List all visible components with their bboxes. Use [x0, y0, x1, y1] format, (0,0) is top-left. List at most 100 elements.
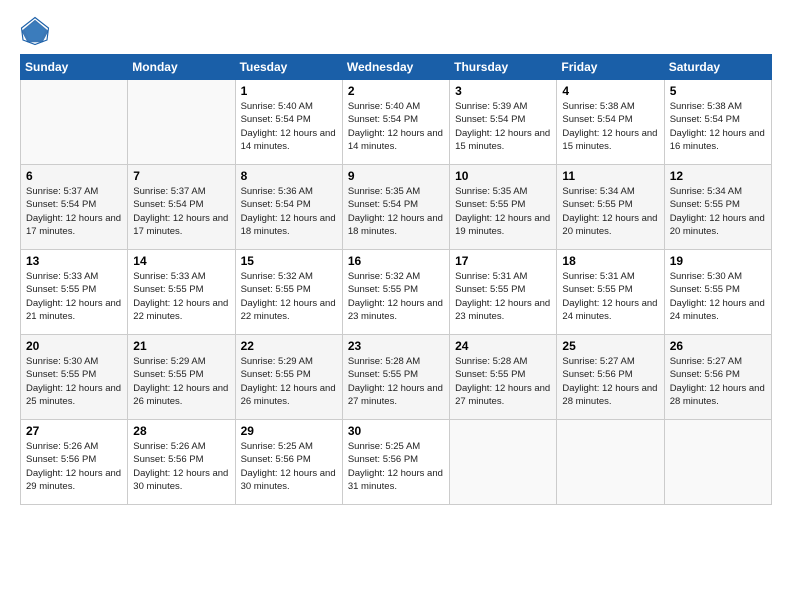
day-info: Sunrise: 5:28 AM Sunset: 5:55 PM Dayligh… — [348, 355, 444, 408]
day-number: 9 — [348, 169, 444, 183]
day-number: 19 — [670, 254, 766, 268]
calendar-table: SundayMondayTuesdayWednesdayThursdayFrid… — [20, 54, 772, 505]
day-number: 1 — [241, 84, 337, 98]
calendar-header-wednesday: Wednesday — [342, 55, 449, 80]
calendar-cell: 14 Sunrise: 5:33 AM Sunset: 5:55 PM Dayli… — [128, 250, 235, 335]
calendar-week-row: 6 Sunrise: 5:37 AM Sunset: 5:54 PM Daylig… — [21, 165, 772, 250]
day-info: Sunrise: 5:38 AM Sunset: 5:54 PM Dayligh… — [562, 100, 658, 153]
day-info: Sunrise: 5:31 AM Sunset: 5:55 PM Dayligh… — [562, 270, 658, 323]
calendar-cell: 26Sunrise: 5:27 AM Sunset: 5:56 PM Dayli… — [664, 335, 771, 420]
day-number: 5 — [670, 84, 766, 98]
logo-icon — [20, 16, 50, 46]
calendar-cell — [450, 420, 557, 505]
calendar-cell: 12 Sunrise: 5:34 AM Sunset: 5:55 PM Dayli… — [664, 165, 771, 250]
day-info: Sunrise: 5:35 AM Sunset: 5:55 PM Dayligh… — [455, 185, 551, 238]
day-number: 18 — [562, 254, 658, 268]
day-number: 29 — [241, 424, 337, 438]
calendar-header-thursday: Thursday — [450, 55, 557, 80]
day-number: 4 — [562, 84, 658, 98]
calendar-cell: 25Sunrise: 5:27 AM Sunset: 5:56 PM Dayli… — [557, 335, 664, 420]
calendar-cell: 4 Sunrise: 5:38 AM Sunset: 5:54 PM Daylig… — [557, 80, 664, 165]
day-number: 28 — [133, 424, 229, 438]
day-info: Sunrise: 5:33 AM Sunset: 5:55 PM Dayligh… — [133, 270, 229, 323]
day-number: 8 — [241, 169, 337, 183]
calendar-cell: 9 Sunrise: 5:35 AM Sunset: 5:54 PM Daylig… — [342, 165, 449, 250]
calendar-cell — [128, 80, 235, 165]
calendar-cell — [21, 80, 128, 165]
day-number: 14 — [133, 254, 229, 268]
day-info: Sunrise: 5:25 AM Sunset: 5:56 PM Dayligh… — [348, 440, 444, 493]
day-info: Sunrise: 5:37 AM Sunset: 5:54 PM Dayligh… — [133, 185, 229, 238]
calendar-cell — [664, 420, 771, 505]
calendar-cell: 18 Sunrise: 5:31 AM Sunset: 5:55 PM Dayli… — [557, 250, 664, 335]
calendar-header-tuesday: Tuesday — [235, 55, 342, 80]
day-number: 10 — [455, 169, 551, 183]
calendar-cell: 3Sunrise: 5:39 AM Sunset: 5:54 PM Daylig… — [450, 80, 557, 165]
calendar-header-monday: Monday — [128, 55, 235, 80]
day-number: 12 — [670, 169, 766, 183]
calendar-week-row: 20 Sunrise: 5:30 AM Sunset: 5:55 PM Dayli… — [21, 335, 772, 420]
calendar-week-row: 1 Sunrise: 5:40 AM Sunset: 5:54 PM Daylig… — [21, 80, 772, 165]
day-info: Sunrise: 5:40 AM Sunset: 5:54 PM Dayligh… — [241, 100, 337, 153]
day-info: Sunrise: 5:34 AM Sunset: 5:55 PM Dayligh… — [562, 185, 658, 238]
day-info: Sunrise: 5:27 AM Sunset: 5:56 PM Dayligh… — [562, 355, 658, 408]
calendar-header-saturday: Saturday — [664, 55, 771, 80]
calendar-cell: 16 Sunrise: 5:32 AM Sunset: 5:55 PM Dayli… — [342, 250, 449, 335]
calendar-cell: 19 Sunrise: 5:30 AM Sunset: 5:55 PM Dayli… — [664, 250, 771, 335]
day-number: 7 — [133, 169, 229, 183]
calendar-cell: 17Sunrise: 5:31 AM Sunset: 5:55 PM Dayli… — [450, 250, 557, 335]
calendar-cell: 27Sunrise: 5:26 AM Sunset: 5:56 PM Dayli… — [21, 420, 128, 505]
calendar-cell: 24Sunrise: 5:28 AM Sunset: 5:55 PM Dayli… — [450, 335, 557, 420]
calendar-cell — [557, 420, 664, 505]
calendar-cell: 7 Sunrise: 5:37 AM Sunset: 5:54 PM Daylig… — [128, 165, 235, 250]
calendar-cell: 11 Sunrise: 5:34 AM Sunset: 5:55 PM Dayli… — [557, 165, 664, 250]
day-info: Sunrise: 5:26 AM Sunset: 5:56 PM Dayligh… — [26, 440, 122, 493]
calendar-cell: 6 Sunrise: 5:37 AM Sunset: 5:54 PM Daylig… — [21, 165, 128, 250]
calendar-cell: 13 Sunrise: 5:33 AM Sunset: 5:55 PM Dayli… — [21, 250, 128, 335]
day-info: Sunrise: 5:37 AM Sunset: 5:54 PM Dayligh… — [26, 185, 122, 238]
header — [20, 16, 772, 46]
calendar-cell: 28Sunrise: 5:26 AM Sunset: 5:56 PM Dayli… — [128, 420, 235, 505]
day-info: Sunrise: 5:30 AM Sunset: 5:55 PM Dayligh… — [26, 355, 122, 408]
day-number: 16 — [348, 254, 444, 268]
calendar-header-sunday: Sunday — [21, 55, 128, 80]
day-info: Sunrise: 5:32 AM Sunset: 5:55 PM Dayligh… — [348, 270, 444, 323]
calendar-cell: 1 Sunrise: 5:40 AM Sunset: 5:54 PM Daylig… — [235, 80, 342, 165]
day-number: 6 — [26, 169, 122, 183]
calendar-cell: 15 Sunrise: 5:32 AM Sunset: 5:55 PM Dayli… — [235, 250, 342, 335]
day-info: Sunrise: 5:39 AM Sunset: 5:54 PM Dayligh… — [455, 100, 551, 153]
day-number: 20 — [26, 339, 122, 353]
calendar-cell: 5 Sunrise: 5:38 AM Sunset: 5:54 PM Daylig… — [664, 80, 771, 165]
day-info: Sunrise: 5:34 AM Sunset: 5:55 PM Dayligh… — [670, 185, 766, 238]
day-number: 2 — [348, 84, 444, 98]
calendar-cell: 20 Sunrise: 5:30 AM Sunset: 5:55 PM Dayli… — [21, 335, 128, 420]
day-info: Sunrise: 5:30 AM Sunset: 5:55 PM Dayligh… — [670, 270, 766, 323]
day-info: Sunrise: 5:40 AM Sunset: 5:54 PM Dayligh… — [348, 100, 444, 153]
day-info: Sunrise: 5:33 AM Sunset: 5:55 PM Dayligh… — [26, 270, 122, 323]
page: SundayMondayTuesdayWednesdayThursdayFrid… — [0, 0, 792, 612]
day-info: Sunrise: 5:25 AM Sunset: 5:56 PM Dayligh… — [241, 440, 337, 493]
day-info: Sunrise: 5:38 AM Sunset: 5:54 PM Dayligh… — [670, 100, 766, 153]
day-info: Sunrise: 5:35 AM Sunset: 5:54 PM Dayligh… — [348, 185, 444, 238]
day-info: Sunrise: 5:36 AM Sunset: 5:54 PM Dayligh… — [241, 185, 337, 238]
day-info: Sunrise: 5:29 AM Sunset: 5:55 PM Dayligh… — [133, 355, 229, 408]
day-number: 23 — [348, 339, 444, 353]
day-info: Sunrise: 5:32 AM Sunset: 5:55 PM Dayligh… — [241, 270, 337, 323]
day-number: 11 — [562, 169, 658, 183]
calendar-cell: 23 Sunrise: 5:28 AM Sunset: 5:55 PM Dayli… — [342, 335, 449, 420]
logo — [20, 16, 54, 46]
calendar-cell: 21 Sunrise: 5:29 AM Sunset: 5:55 PM Dayli… — [128, 335, 235, 420]
calendar-cell: 29 Sunrise: 5:25 AM Sunset: 5:56 PM Dayli… — [235, 420, 342, 505]
day-number: 30 — [348, 424, 444, 438]
day-number: 22 — [241, 339, 337, 353]
day-info: Sunrise: 5:27 AM Sunset: 5:56 PM Dayligh… — [670, 355, 766, 408]
calendar-header-friday: Friday — [557, 55, 664, 80]
day-number: 21 — [133, 339, 229, 353]
day-number: 15 — [241, 254, 337, 268]
calendar-week-row: 27Sunrise: 5:26 AM Sunset: 5:56 PM Dayli… — [21, 420, 772, 505]
calendar-week-row: 13 Sunrise: 5:33 AM Sunset: 5:55 PM Dayli… — [21, 250, 772, 335]
day-number: 13 — [26, 254, 122, 268]
day-info: Sunrise: 5:31 AM Sunset: 5:55 PM Dayligh… — [455, 270, 551, 323]
day-info: Sunrise: 5:28 AM Sunset: 5:55 PM Dayligh… — [455, 355, 551, 408]
calendar-cell: 22Sunrise: 5:29 AM Sunset: 5:55 PM Dayli… — [235, 335, 342, 420]
